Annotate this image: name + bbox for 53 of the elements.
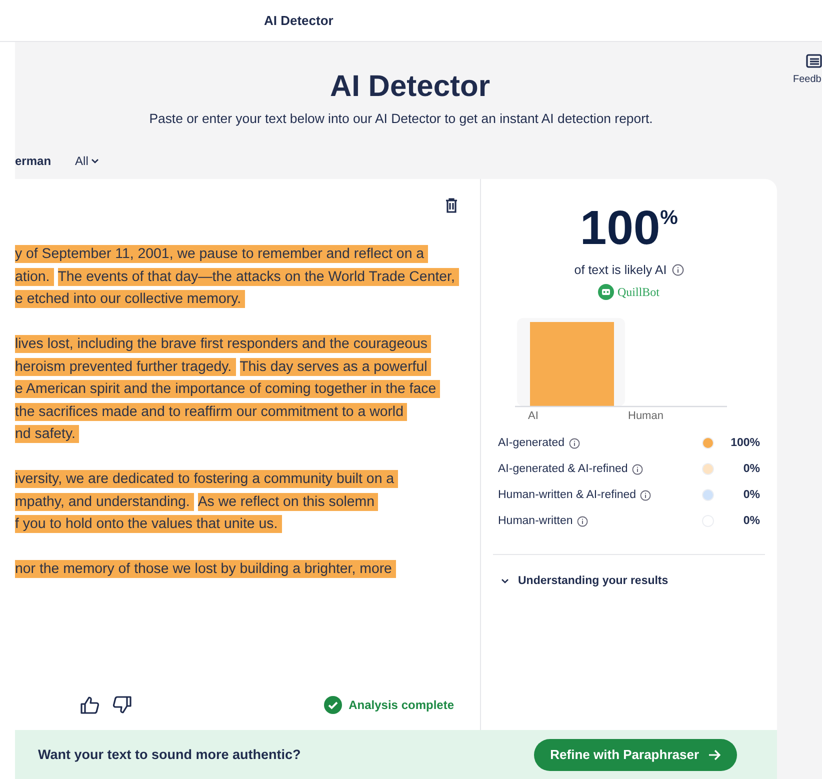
- status-text: Analysis complete: [348, 698, 454, 712]
- highlighted-text: This day serves as a powerful: [240, 358, 432, 376]
- refine-button[interactable]: Refine with Paraphraser: [534, 738, 737, 770]
- arrow-right-icon: [708, 748, 721, 760]
- chevron-icon: [501, 578, 509, 584]
- thumbs-up-icon[interactable]: [80, 696, 100, 714]
- highlighted-text: nd safety.: [15, 425, 80, 444]
- legend-label: AI-generated: [498, 437, 564, 449]
- highlighted-text: the sacrifices made and to reaffirm our commitment to a world: [15, 402, 408, 421]
- page-subtitle: Paste or enter your text below into our AI Detector to get an instant AI detection report.: [148, 111, 654, 126]
- legend-value: 0%: [742, 463, 760, 475]
- axis-label: Human: [628, 410, 664, 422]
- score-unit: %: [660, 208, 678, 231]
- thumbs-down-icon[interactable]: [112, 696, 132, 714]
- score-caption: of text is likely AI: [574, 263, 667, 277]
- feedback-icon[interactable]: [806, 54, 822, 68]
- highlighted-text: mpathy, and understanding.: [15, 492, 194, 511]
- axis-label: AI: [528, 410, 538, 422]
- page-title: AI Detector: [328, 70, 492, 104]
- highlighted-text: nor the memory of those we lost by building a brighter, more: [15, 560, 396, 578]
- info-icon[interactable]: [672, 264, 684, 276]
- header-title: AI Detector: [264, 13, 334, 28]
- highlighted-text: As we reflect on this solemn: [198, 492, 378, 511]
- info-icon[interactable]: [576, 516, 588, 526]
- highlighted-text: heroism prevented further tragedy.: [15, 358, 236, 376]
- accordion-toggle[interactable]: Understanding your results: [493, 554, 765, 607]
- legend-label: Human-written & AI-refined: [498, 489, 636, 501]
- legend-value: 100%: [730, 437, 760, 449]
- highlighted-text: The events of that day—the attacks on the World Trade Center,: [58, 268, 459, 286]
- brand-name: QuillBot: [617, 284, 660, 300]
- highlighted-text: ation.: [15, 268, 54, 286]
- legend-value: 0%: [742, 489, 760, 501]
- info-icon[interactable]: [640, 490, 652, 500]
- score-value: 100: [580, 205, 660, 253]
- chevron-icon: [91, 158, 100, 164]
- info-icon[interactable]: [568, 438, 580, 448]
- banner-text: Want your text to sound more authentic?: [38, 747, 301, 762]
- highlighted-text: e American spirit and the importance of coming together in the face: [15, 380, 440, 398]
- highlighted-text: lives lost, including the brave first responders and the courageous: [15, 335, 432, 354]
- legend-value: 0%: [742, 515, 760, 527]
- robot-logo-icon: [598, 284, 614, 300]
- feedback-label[interactable]: Feedb: [793, 74, 822, 85]
- check-circle-icon: [324, 696, 342, 714]
- highlighted-text: f you to hold onto the values that unite us.: [15, 515, 282, 534]
- language-tab[interactable]: erman: [15, 154, 52, 168]
- language-dropdown[interactable]: All: [75, 154, 100, 168]
- highlighted-text: iversity, we are dedicated to fostering a community built on a: [15, 470, 398, 488]
- highlighted-text: y of September 11, 2001, we pause to remember and reflect on a: [15, 245, 428, 264]
- trash-icon[interactable]: [445, 198, 458, 213]
- info-icon[interactable]: [632, 464, 643, 474]
- legend-label: Human-written: [498, 515, 573, 527]
- highlighted-text: e etched into our collective memory.: [15, 290, 246, 308]
- legend-label: AI-generated & AI-refined: [498, 463, 628, 475]
